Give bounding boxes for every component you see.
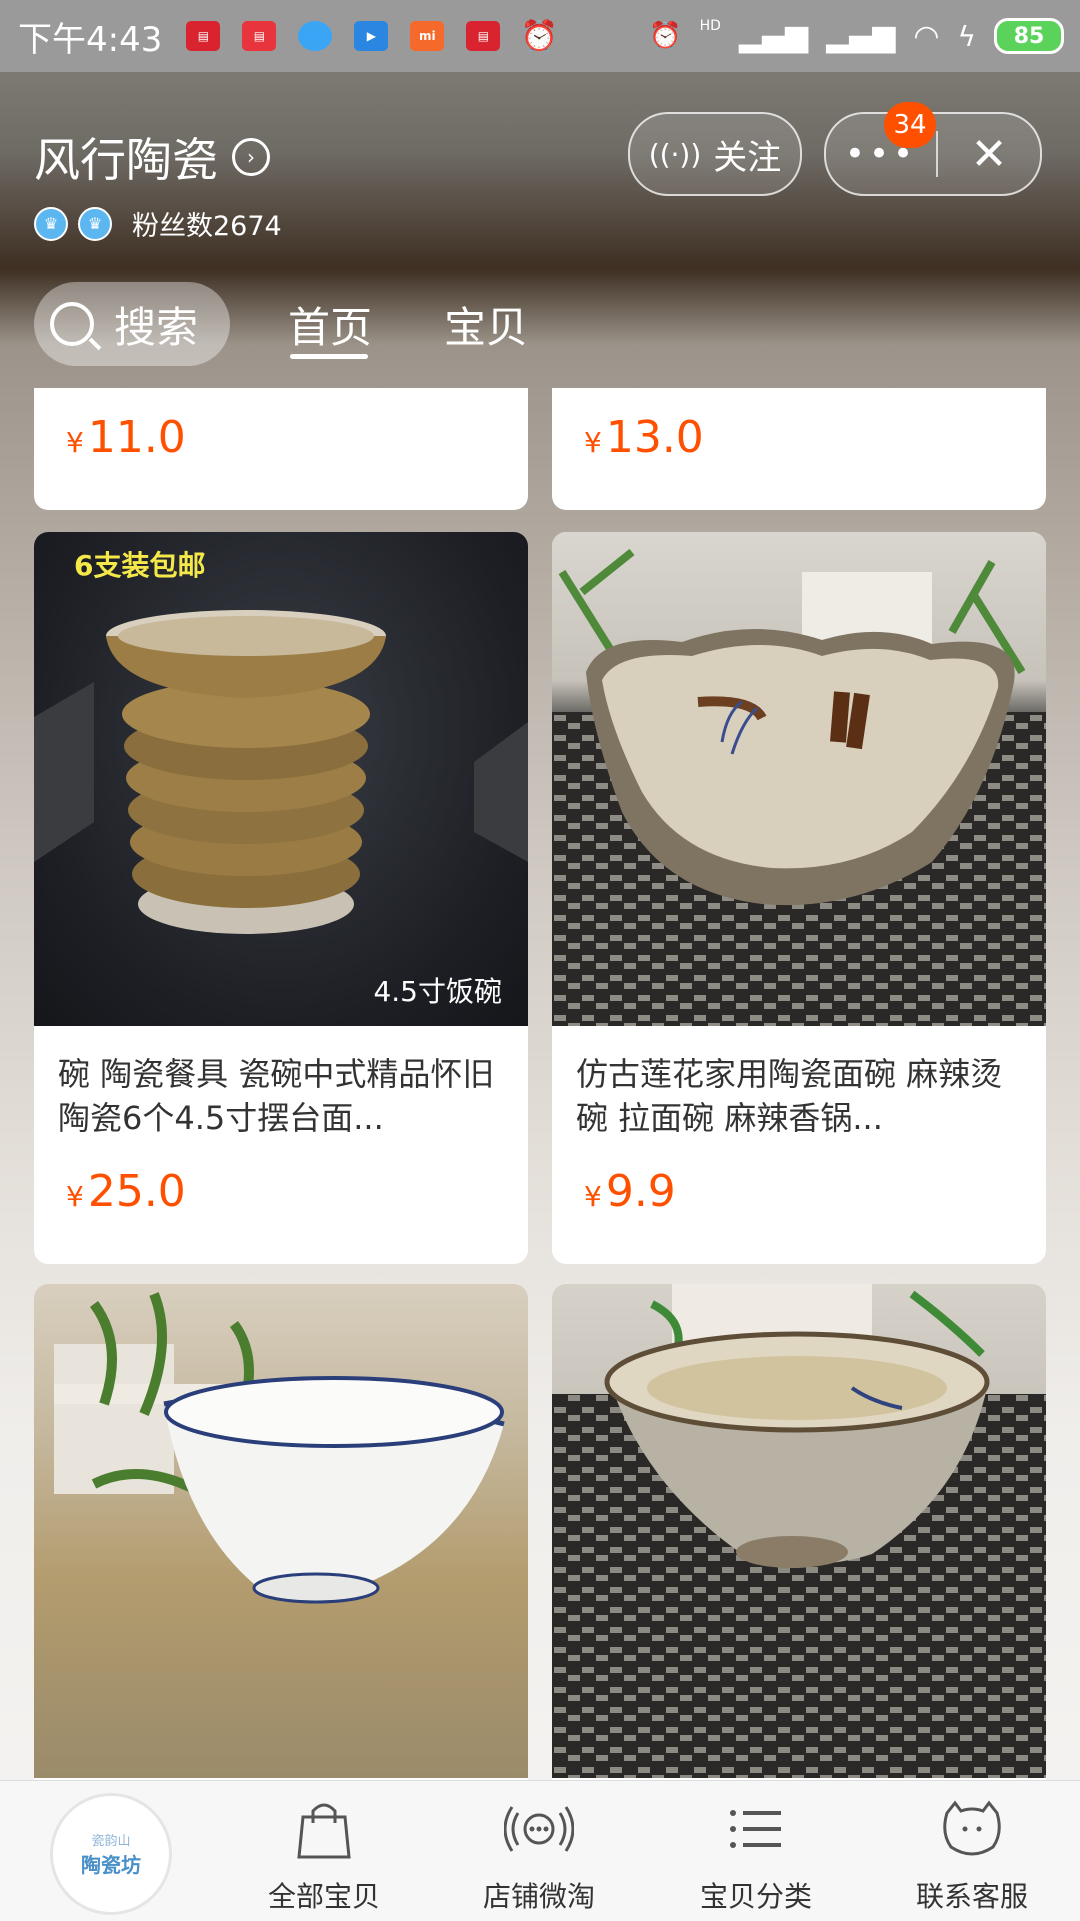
currency-symbol: ¥ bbox=[66, 1180, 84, 1213]
search-icon bbox=[50, 302, 94, 346]
notification-badge: 34 bbox=[884, 102, 936, 148]
product-card[interactable] bbox=[34, 1284, 528, 1780]
list-icon bbox=[730, 1810, 781, 1848]
currency-symbol: ¥ bbox=[66, 426, 84, 459]
nav-service-label: 联系客服 bbox=[915, 1880, 1028, 1913]
alarm-icon: ⏰ bbox=[649, 21, 682, 51]
currency-symbol: ¥ bbox=[584, 1180, 602, 1213]
size-overlay-text: 4.5寸饭碗 bbox=[373, 975, 502, 1008]
blue-rim-bowl-illustration bbox=[54, 1292, 505, 1604]
battery-level: 85 bbox=[1013, 23, 1045, 49]
price-value: 9.9 bbox=[605, 1166, 676, 1217]
customer-service-icon bbox=[943, 1800, 1001, 1856]
charging-icon: ϟ bbox=[957, 19, 976, 53]
status-right: ⏰ HD ▂▄▆ ▂▄▆ ◠ ϟ 85 bbox=[649, 0, 1064, 72]
price-value: 13.0 bbox=[605, 412, 704, 463]
fans-count: 粉丝数2674 bbox=[132, 211, 282, 242]
product-card[interactable]: ¥11.0 bbox=[34, 388, 528, 510]
close-button[interactable]: ✕ bbox=[938, 114, 1040, 194]
product-price: ¥9.9 bbox=[584, 1166, 676, 1217]
price-value: 25.0 bbox=[87, 1166, 186, 1217]
lotus-bowl-illustration bbox=[552, 548, 1046, 1026]
broadcast-icon: ((·)) bbox=[648, 137, 702, 171]
store-logo[interactable]: 瓷韵山 陶瓷坊 bbox=[50, 1793, 172, 1915]
search-label: 搜索 bbox=[114, 302, 199, 352]
follow-label: 关注 bbox=[713, 137, 782, 178]
product-price: ¥11.0 bbox=[66, 412, 186, 463]
bottom-nav: 瓷韵山 陶瓷坊 全部宝贝 店铺微淘 宝贝分类 联系客服 bbox=[0, 1780, 1080, 1921]
close-icon: ✕ bbox=[970, 128, 1008, 180]
search-button[interactable]: 搜索 bbox=[34, 282, 230, 366]
product-card[interactable] bbox=[552, 1284, 1046, 1780]
nav-weitao[interactable]: 店铺微淘 bbox=[459, 1799, 619, 1915]
speckled-bowl-illustration bbox=[552, 1284, 1046, 1778]
news-icon: ▤ bbox=[186, 21, 221, 51]
logo-line2: 陶瓷坊 bbox=[81, 1853, 141, 1877]
stacked-bowls-illustration bbox=[34, 610, 528, 934]
crown-icon: ♛ bbox=[78, 206, 112, 241]
shopping-bag-icon bbox=[297, 1803, 351, 1859]
nav-service[interactable]: 联系客服 bbox=[892, 1799, 1052, 1915]
nav-all-items-label: 全部宝贝 bbox=[267, 1880, 380, 1913]
status-time: 下午4:43 bbox=[18, 19, 163, 60]
toutiao-icon: ▤ bbox=[242, 21, 277, 51]
nav-category[interactable]: 宝贝分类 bbox=[676, 1799, 836, 1915]
product-card[interactable]: 6支装包邮 4.5寸饭碗 碗 陶瓷餐具 瓷碗中式精品怀旧陶瓷6个4.5寸摆台面.… bbox=[34, 532, 528, 1264]
mi-icon: mi bbox=[410, 21, 445, 51]
tab-home[interactable]: 首页 bbox=[288, 294, 372, 355]
product-image bbox=[34, 1284, 528, 1778]
crown-icon: ♛ bbox=[34, 206, 68, 241]
notification-icons: ▤ ▤ ▶ mi ▤ ⏰ bbox=[186, 18, 559, 54]
product-price: ¥25.0 bbox=[66, 1166, 186, 1217]
nav-weitao-label: 店铺微淘 bbox=[482, 1880, 595, 1913]
currency-symbol: ¥ bbox=[584, 426, 602, 459]
alarm-robot-icon: ⏰ bbox=[520, 18, 559, 54]
product-price: ¥13.0 bbox=[584, 412, 704, 463]
promo-overlay-text: 6支装包邮 bbox=[74, 549, 206, 582]
product-card[interactable]: ¥13.0 bbox=[552, 388, 1046, 510]
wifi-icon: ◠ bbox=[913, 18, 940, 54]
follow-button[interactable]: ((·)) 关注 bbox=[628, 112, 802, 196]
product-card[interactable]: 仿古莲花家用陶瓷面碗 麻辣烫碗 拉面碗 麻辣香锅... ¥9.9 bbox=[552, 532, 1046, 1264]
product-title: 碗 陶瓷餐具 瓷碗中式精品怀旧陶瓷6个4.5寸摆台面... bbox=[58, 1055, 495, 1137]
tab-home-indicator bbox=[290, 354, 368, 359]
product-image bbox=[552, 1284, 1046, 1778]
nav-all-items[interactable]: 全部宝贝 bbox=[244, 1799, 404, 1915]
signal-icon-2: ▂▄▆ bbox=[826, 18, 896, 54]
product-grid[interactable]: ¥11.0 ¥13.0 6支装包邮 4.5寸饭碗 碗 陶瓷餐具 瓷碗中式精品怀旧… bbox=[0, 388, 1080, 1780]
status-bar: 下午4:43 ▤ ▤ ▶ mi ▤ ⏰ ⏰ HD ▂▄▆ ▂▄▆ ◠ ϟ 85 bbox=[0, 0, 1080, 72]
video-app-icon: ▶ bbox=[354, 21, 389, 51]
blue-app-icon bbox=[298, 21, 333, 51]
product-title: 仿古莲花家用陶瓷面碗 麻辣烫碗 拉面碗 麻辣香锅... bbox=[576, 1055, 1003, 1137]
news-icon: ▤ bbox=[466, 21, 501, 51]
logo-line1: 瓷韵山 bbox=[91, 1834, 131, 1849]
tab-items[interactable]: 宝贝 bbox=[444, 294, 528, 355]
product-image bbox=[552, 532, 1046, 1026]
price-value: 11.0 bbox=[87, 412, 186, 463]
hd-label: HD bbox=[699, 18, 721, 34]
signal-icon: ▂▄▆ bbox=[738, 18, 809, 54]
store-name[interactable]: 风行陶瓷 › bbox=[34, 124, 270, 190]
battery-icon: 85 bbox=[994, 18, 1064, 54]
broadcast-icon bbox=[504, 1806, 574, 1852]
store-name-text: 风行陶瓷 bbox=[34, 133, 218, 187]
fans-row: ♛ ♛ 粉丝数2674 bbox=[34, 204, 282, 243]
nav-category-label: 宝贝分类 bbox=[699, 1880, 812, 1913]
product-image: 6支装包邮 4.5寸饭碗 bbox=[34, 532, 528, 1026]
chevron-right-icon: › bbox=[232, 138, 270, 176]
